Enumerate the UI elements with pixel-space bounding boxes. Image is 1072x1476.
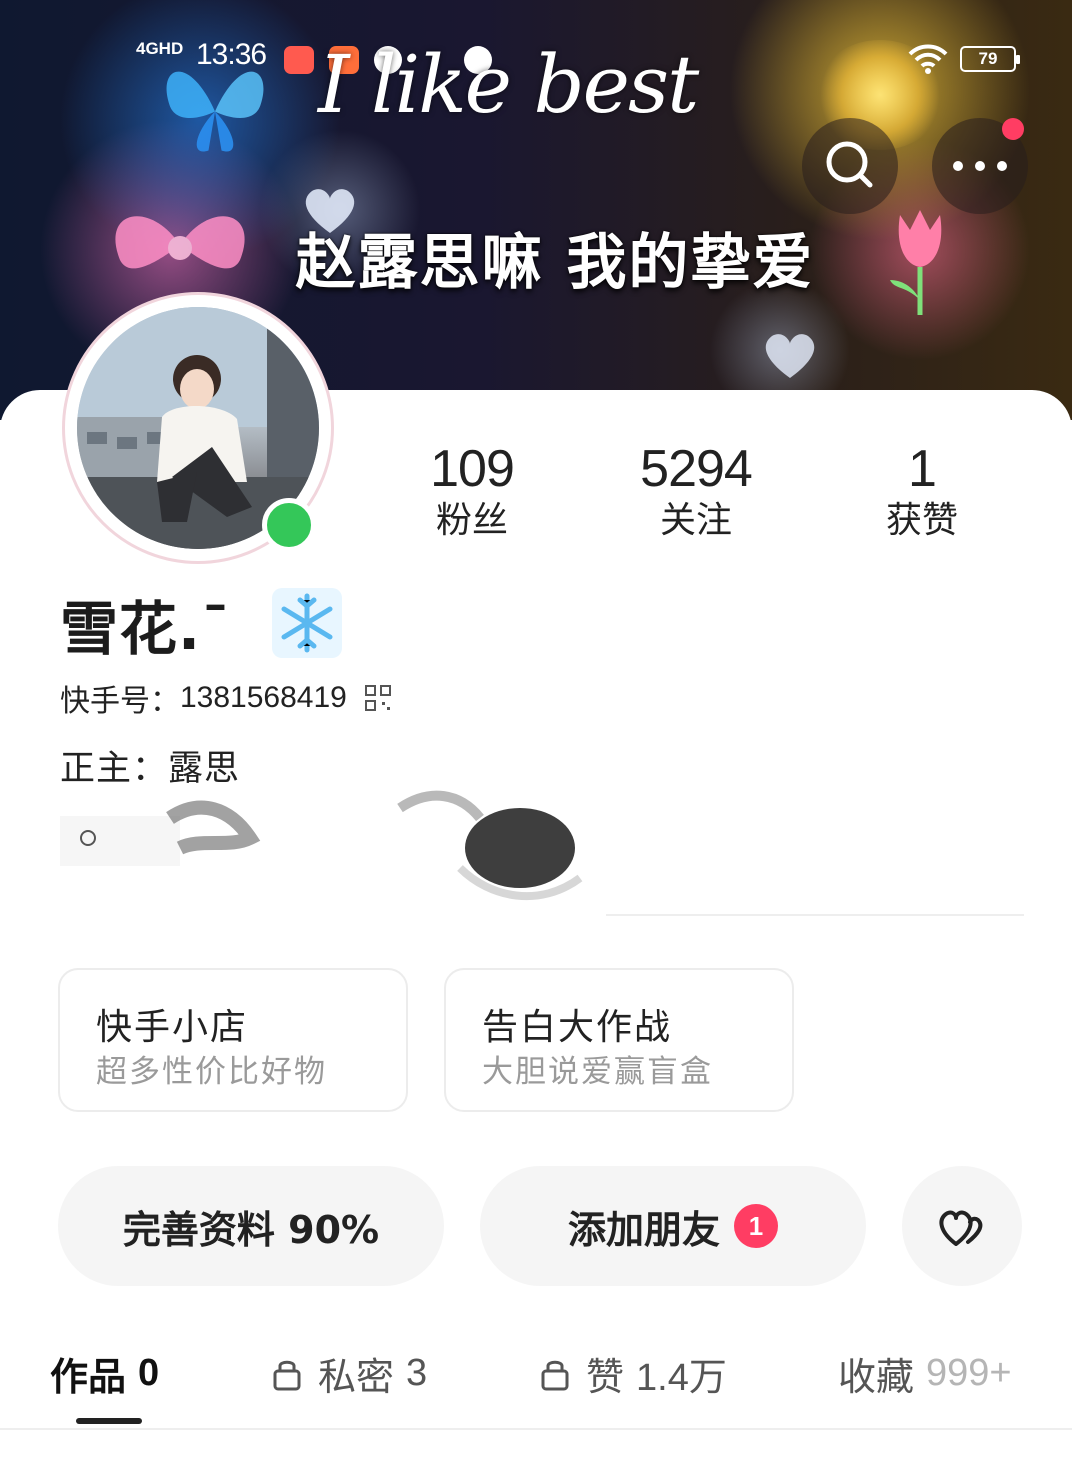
heart-decoration bbox=[765, 334, 815, 378]
kuaishou-shop-card[interactable]: 快手小店 超多性价比好物 bbox=[58, 968, 408, 1112]
following-label: 关注 bbox=[659, 500, 732, 541]
battery-indicator: 79 bbox=[960, 46, 1020, 72]
username: 雪花.ˉ bbox=[60, 595, 232, 663]
promo-subtitle: 大胆说爱赢盲盒 bbox=[482, 1054, 713, 1090]
kuaishou-id-value: 1381568419 bbox=[180, 681, 347, 714]
tabs-bottom-border bbox=[0, 1428, 1072, 1430]
confession-event-card[interactable]: 告白大作战 大胆说爱赢盲盒 bbox=[444, 968, 794, 1112]
active-tab-indicator bbox=[76, 1418, 142, 1424]
banner-caption: 赵露思嘛 我的挚爱 bbox=[295, 228, 815, 298]
lock-icon bbox=[273, 1360, 301, 1390]
more-button[interactable] bbox=[932, 118, 1028, 214]
lock-icon bbox=[541, 1360, 569, 1390]
heart-icon bbox=[939, 1210, 983, 1246]
promo-title: 告白大作战 bbox=[482, 1007, 673, 1048]
tab-count: 0 bbox=[138, 1352, 160, 1394]
tab-works[interactable]: 作品 0 bbox=[50, 1346, 159, 1401]
tab-liked[interactable]: 赞 1.4万 bbox=[540, 1346, 727, 1401]
complete-profile-button[interactable]: 完善资料 90% bbox=[58, 1166, 444, 1286]
notification-dot bbox=[1002, 118, 1024, 140]
complete-profile-label: 完善资料 90% bbox=[122, 1207, 380, 1252]
search-icon bbox=[826, 141, 873, 188]
qr-code-icon[interactable] bbox=[364, 685, 391, 711]
followers-label: 粉丝 bbox=[435, 500, 508, 541]
signal-indicator: 4GHD bbox=[136, 39, 184, 58]
app-notification-icon bbox=[284, 46, 314, 74]
tab-private[interactable]: 私密 3 bbox=[272, 1346, 427, 1401]
kuaishou-id-label: 快手号： bbox=[60, 684, 180, 719]
promo-title: 快手小店 bbox=[96, 1007, 249, 1048]
promo-subtitle: 超多性价比好物 bbox=[96, 1054, 327, 1090]
search-button[interactable] bbox=[802, 118, 898, 214]
following-count: 5294 bbox=[640, 440, 753, 498]
tab-label: 赞 bbox=[586, 1355, 625, 1399]
tab-label: 作品 bbox=[50, 1355, 127, 1399]
tab-label: 私密 bbox=[318, 1355, 395, 1399]
tab-count: 1.4万 bbox=[636, 1357, 727, 1399]
kuaishou-id-row[interactable]: 快手号： 1381568419 bbox=[60, 676, 391, 720]
banner-script-text: I like best bbox=[318, 38, 699, 131]
likes-count: 1 bbox=[908, 440, 937, 498]
likes-button[interactable] bbox=[902, 1166, 1022, 1286]
clock: 13:36 bbox=[196, 38, 267, 71]
online-status-indicator bbox=[262, 498, 316, 552]
redacted-scribble bbox=[60, 790, 583, 901]
tab-favorites[interactable]: 收藏 999+ bbox=[838, 1346, 1012, 1401]
snowflake-icon bbox=[272, 588, 342, 658]
notification-badge: 1 bbox=[734, 1204, 778, 1248]
add-friends-button[interactable]: 添加朋友 1 bbox=[480, 1166, 866, 1286]
following-stat[interactable]: 5294 关注 bbox=[606, 438, 786, 544]
likes-label: 获赞 bbox=[885, 500, 958, 541]
content-tabs: 作品 0 私密 3 赞 1.4万 收藏 999+ bbox=[0, 1336, 1072, 1436]
tab-count: 3 bbox=[406, 1352, 428, 1394]
add-friends-label: 添加朋友 bbox=[567, 1207, 720, 1252]
followers-stat[interactable]: 109 粉丝 bbox=[382, 438, 562, 544]
wifi-icon bbox=[908, 44, 948, 74]
tab-count: 999+ bbox=[926, 1352, 1012, 1394]
likes-stat[interactable]: 1 获赞 bbox=[832, 438, 1012, 544]
followers-count: 109 bbox=[430, 440, 515, 498]
divider bbox=[606, 914, 1024, 916]
tab-label: 收藏 bbox=[838, 1355, 915, 1399]
